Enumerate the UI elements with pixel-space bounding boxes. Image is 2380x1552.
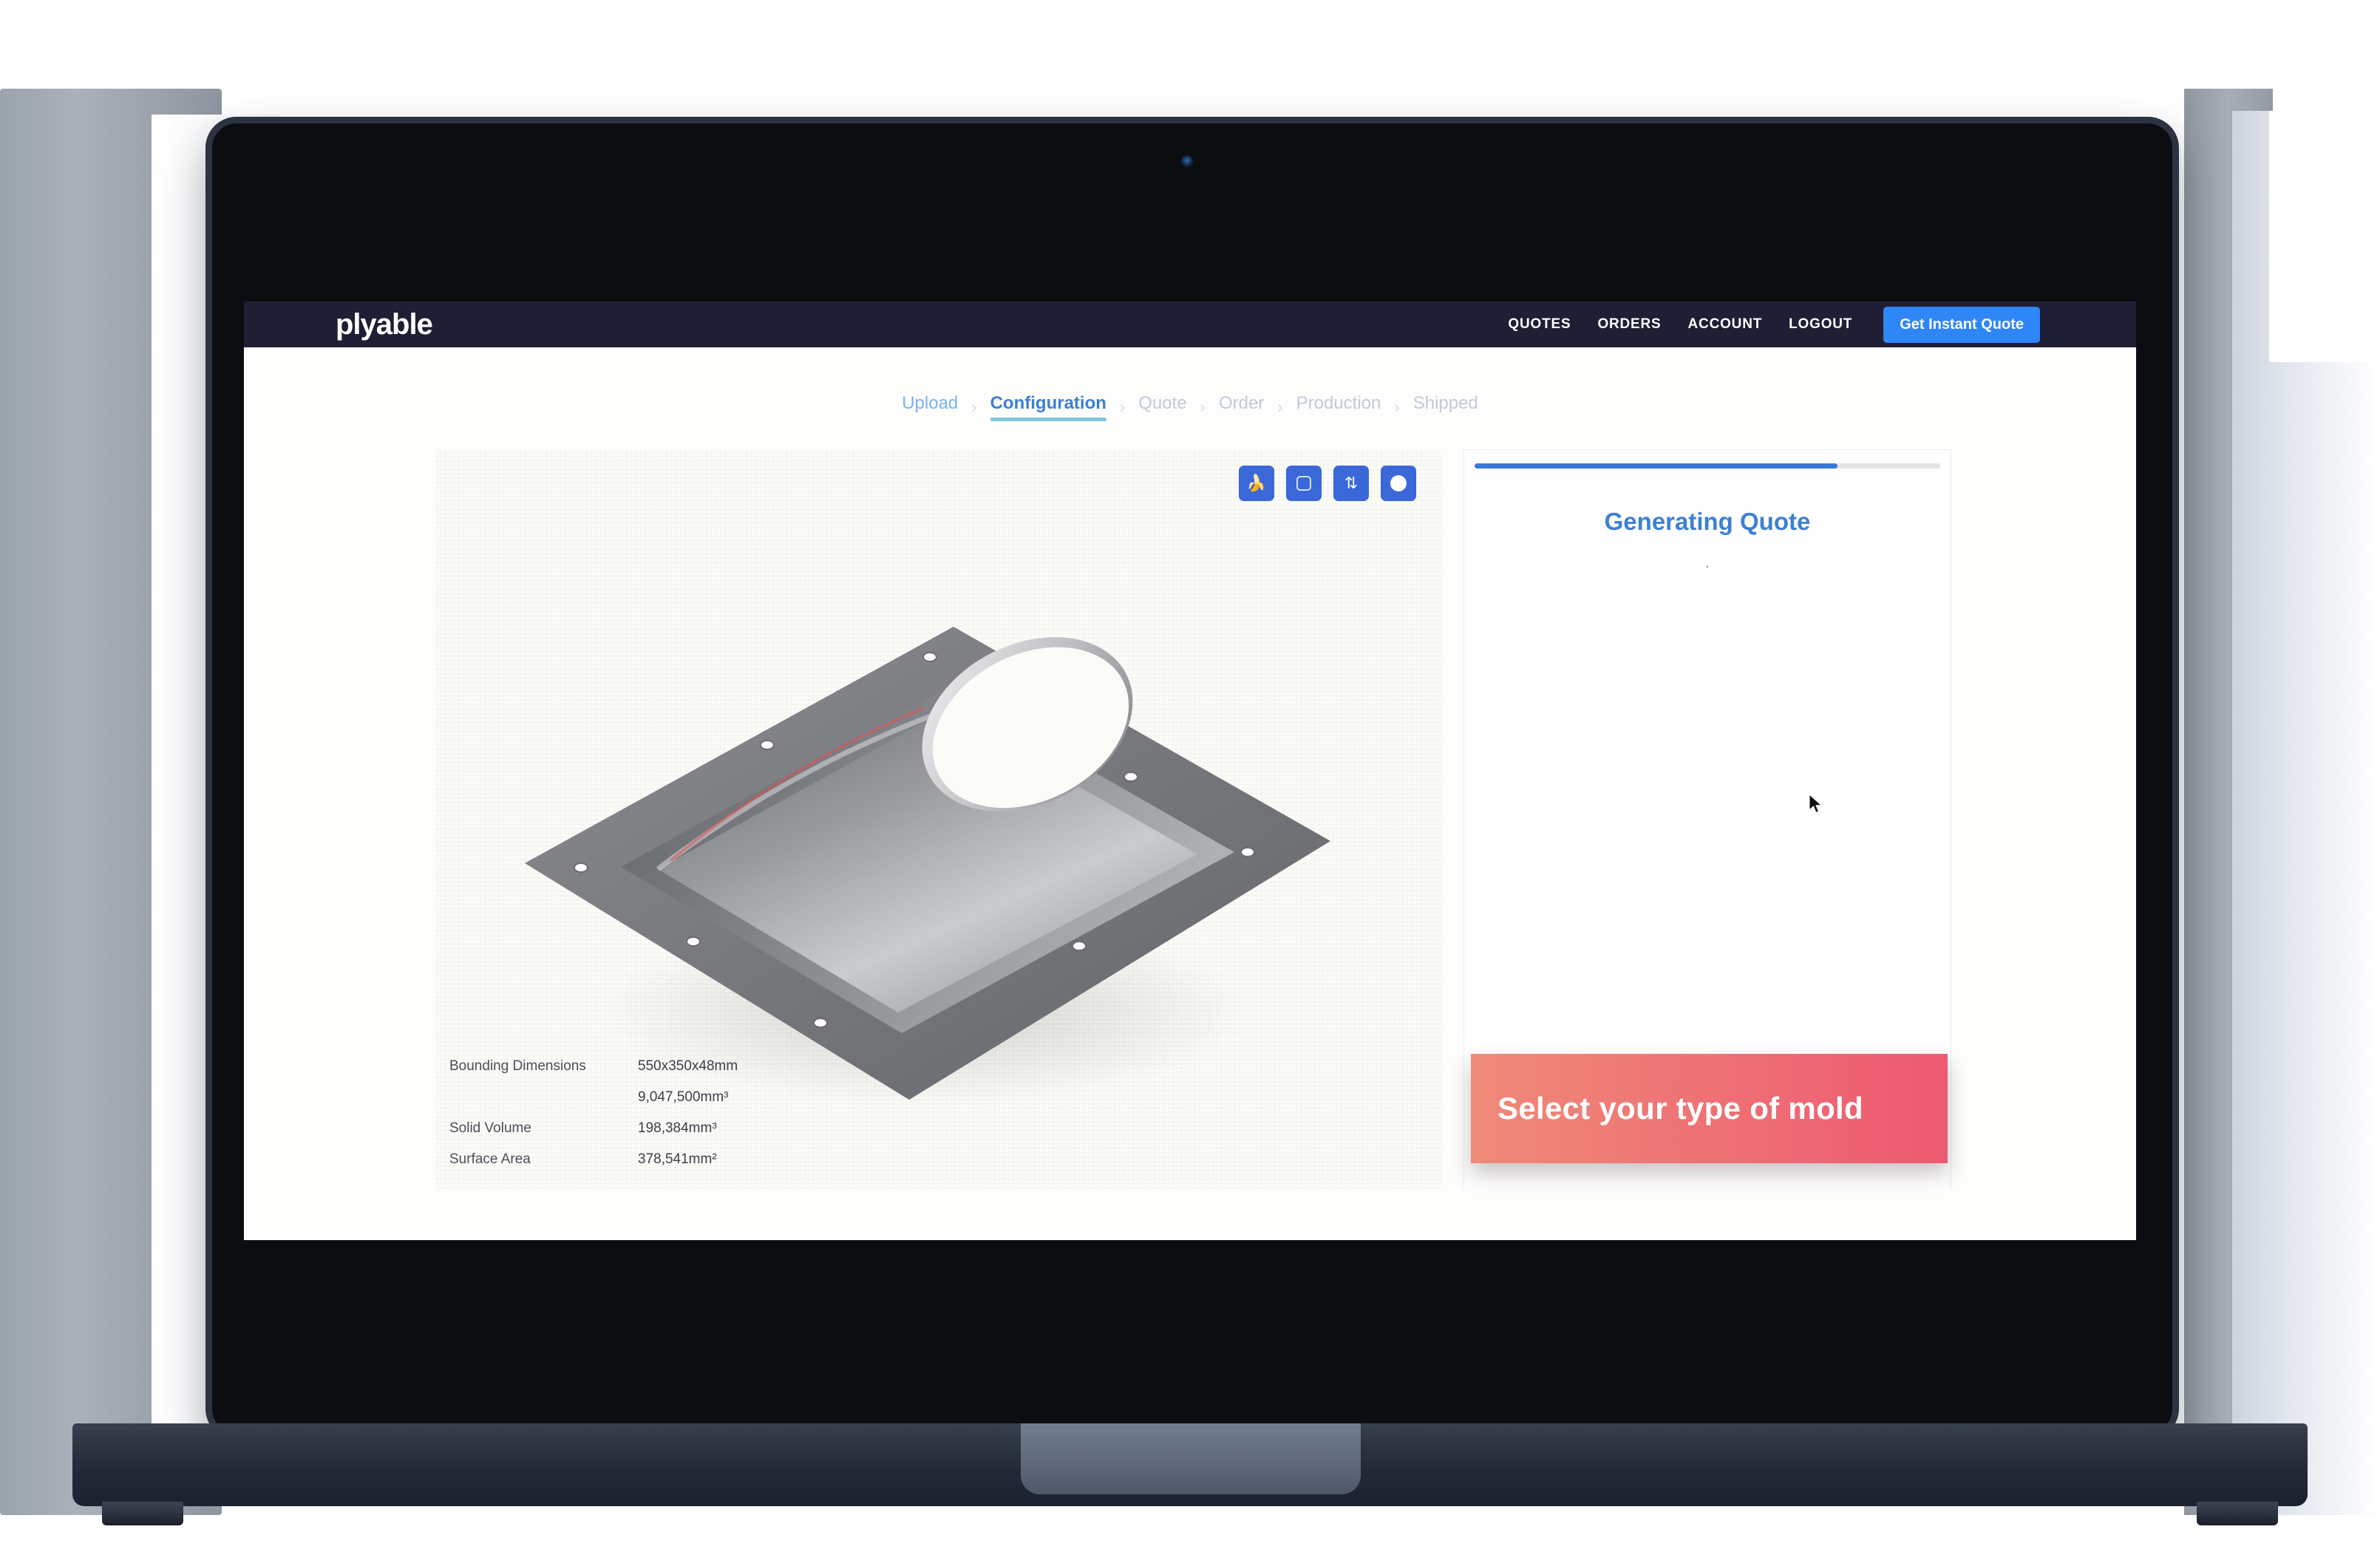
breadcrumb-step-production[interactable]: Production <box>1296 393 1381 421</box>
spec-label <box>449 1089 638 1106</box>
spec-label: Surface Area <box>449 1151 531 1167</box>
spec-value: 550x350x48mm <box>638 1058 738 1074</box>
table-row: Surface Area 378,541mm² <box>449 1144 922 1175</box>
get-instant-quote-button[interactable]: Get Instant Quote <box>1883 306 2040 343</box>
nav-orders[interactable]: ORDERS <box>1597 316 1661 333</box>
breadcrumb-step-shipped[interactable]: Shipped <box>1413 393 1478 421</box>
nav-quotes[interactable]: QUOTES <box>1508 316 1571 333</box>
spec-label: Solid Volume <box>449 1120 531 1136</box>
quote-progress-fill <box>1475 463 1838 469</box>
updown-arrows-glyph: ⇅ <box>1344 474 1359 492</box>
table-row: Solid Volume 198,384mm³ <box>449 1113 922 1144</box>
brand-logo[interactable]: plyable <box>336 308 433 341</box>
updown-arrows-icon[interactable]: ⇅ <box>1333 466 1369 501</box>
webcam-icon <box>1181 155 1193 167</box>
breadcrumb-separator-icon: › <box>1200 398 1206 416</box>
square-outline-icon[interactable] <box>1286 466 1322 501</box>
mouse-cursor-icon <box>1809 794 1823 814</box>
table-row: 9,047,500mm³ <box>449 1082 922 1113</box>
filled-circle-icon[interactable] <box>1381 466 1416 501</box>
mold-type-callout-text: Select your type of mold <box>1497 1091 1863 1126</box>
model-viewer[interactable]: 🍌 ⇅ Bounding Dimensions 550x350x48mm 9,0… <box>436 449 1441 1188</box>
browser-viewport: plyable QUOTES ORDERS ACCOUNT LOGOUT Get… <box>244 302 2136 1240</box>
laptop-foot-right <box>2197 1502 2278 1525</box>
spec-value: 378,541mm² <box>638 1151 717 1167</box>
spec-value: 198,384mm³ <box>638 1120 717 1136</box>
main-nav: QUOTES ORDERS ACCOUNT LOGOUT Get Instant… <box>1508 306 2040 343</box>
screenshot-stage: plyable QUOTES ORDERS ACCOUNT LOGOUT Get… <box>0 0 2380 1552</box>
mold-type-callout[interactable]: Select your type of mold <box>1471 1054 1948 1163</box>
loading-spinner-icon: · <box>1704 557 1710 575</box>
square-outline-glyph <box>1296 476 1311 491</box>
site-header: plyable QUOTES ORDERS ACCOUNT LOGOUT Get… <box>244 302 2136 347</box>
nav-logout[interactable]: LOGOUT <box>1789 316 1852 333</box>
breadcrumb-separator-icon: › <box>1119 398 1126 416</box>
filled-circle-glyph <box>1390 475 1407 491</box>
quote-progress-bar <box>1475 463 1940 469</box>
table-row: Bounding Dimensions 550x350x48mm <box>449 1051 922 1082</box>
banana-icon[interactable]: 🍌 <box>1239 466 1274 501</box>
laptop-hinge-notch <box>1021 1423 1361 1494</box>
viewer-toolbar: 🍌 ⇅ <box>1239 466 1416 501</box>
breadcrumb-step-upload[interactable]: Upload <box>902 393 958 421</box>
breadcrumb-separator-icon: › <box>1277 398 1283 416</box>
breadcrumb-separator-icon: › <box>1394 398 1400 416</box>
spec-value: 9,047,500mm³ <box>638 1089 729 1105</box>
breadcrumb-step-configuration[interactable]: Configuration <box>990 393 1107 421</box>
nav-account[interactable]: ACCOUNT <box>1688 316 1763 333</box>
laptop-foot-left <box>102 1502 183 1525</box>
breadcrumb-separator-icon: › <box>971 398 977 416</box>
spec-label: Bounding Dimensions <box>449 1058 586 1074</box>
quote-status-text: Generating Quote <box>1604 508 1811 535</box>
breadcrumb-step-quote[interactable]: Quote <box>1138 393 1186 421</box>
spec-table: Bounding Dimensions 550x350x48mm 9,047,5… <box>449 1051 922 1175</box>
breadcrumb: Upload › Configuration › Quote › Order ›… <box>244 393 2136 421</box>
banana-glyph: 🍌 <box>1246 474 1267 492</box>
breadcrumb-step-order[interactable]: Order <box>1219 393 1264 421</box>
background-panel-right-notch <box>2269 111 2380 362</box>
